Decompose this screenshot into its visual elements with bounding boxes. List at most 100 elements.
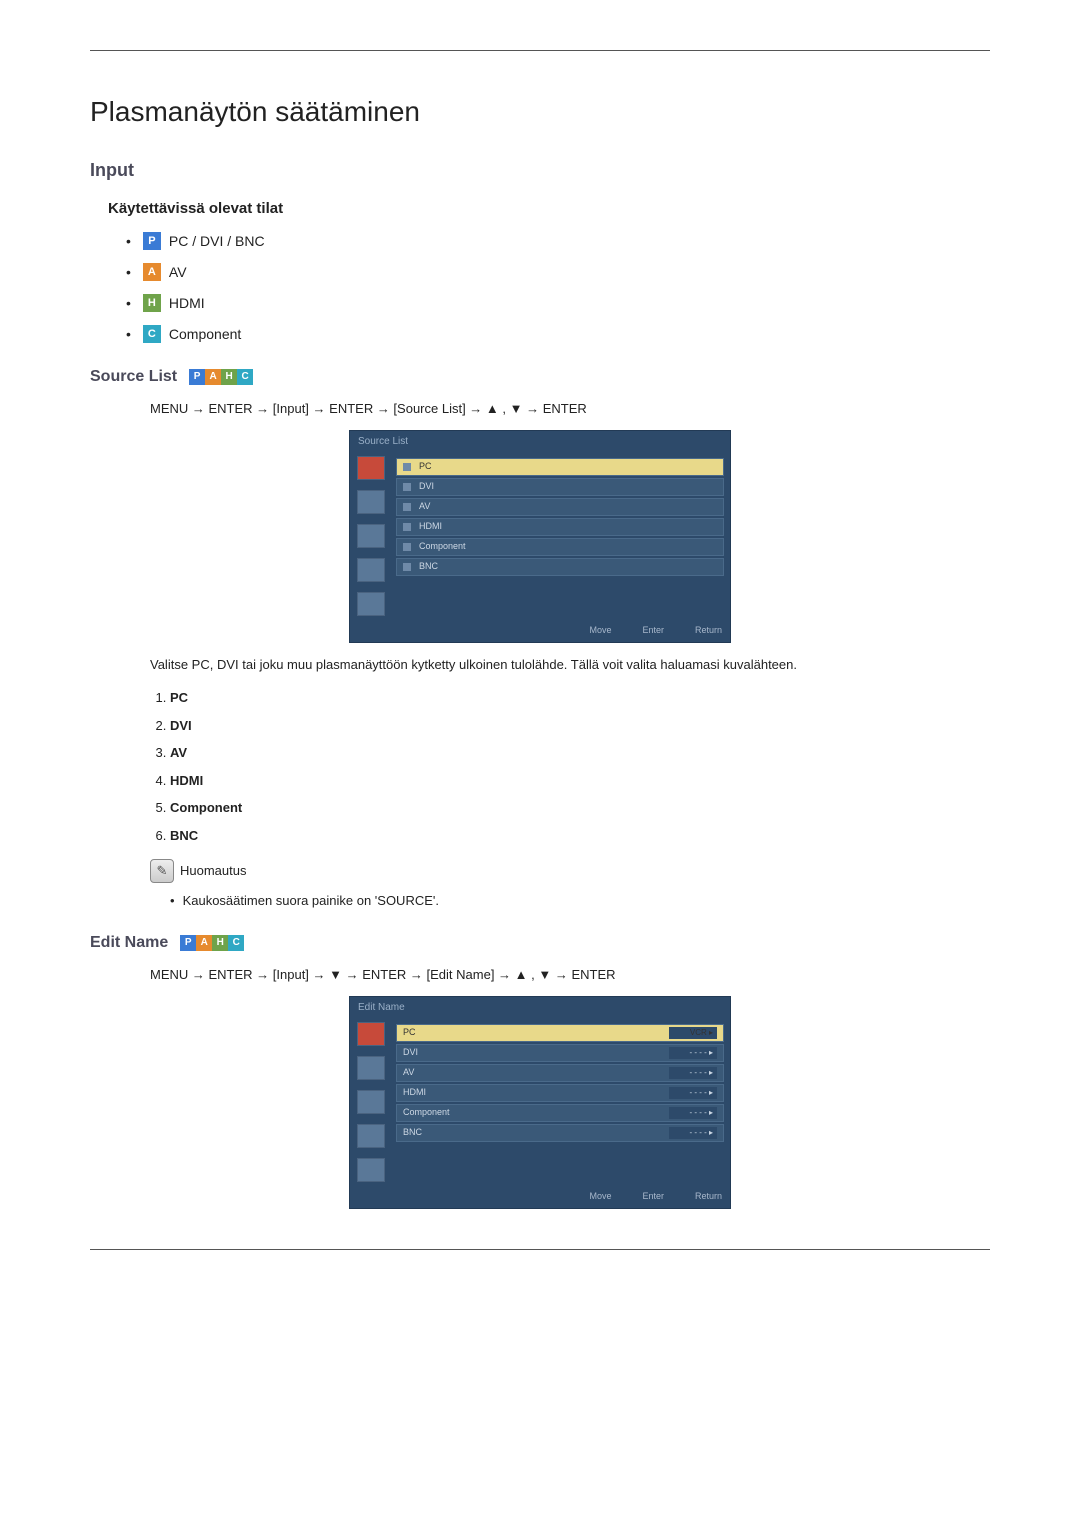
osd-row-value: - - - - ▸ xyxy=(669,1087,717,1099)
mode-label-pc: PC / DVI / BNC xyxy=(169,231,265,252)
edit-name-heading-text: Edit Name xyxy=(90,931,168,955)
list-item-text: BNC xyxy=(170,828,198,843)
osd-row-dvi: DVI xyxy=(396,478,724,496)
osd-sidebar xyxy=(350,452,392,620)
mode-item-hdmi: H HDMI xyxy=(126,293,990,314)
osd-footer-move: Move xyxy=(576,1190,611,1204)
section-input-heading: Input xyxy=(90,157,990,184)
list-item-text: PC xyxy=(170,690,188,705)
osd-sidebar-icon xyxy=(357,524,385,548)
list-item-text: HDMI xyxy=(170,773,203,788)
osd-sidebar-icon xyxy=(357,558,385,582)
list-item: HDMI xyxy=(170,771,990,791)
osd-row-label: HDMI xyxy=(419,520,442,534)
osd-row-value: - - - - ▸ xyxy=(669,1067,717,1079)
osd-sidebar-icon xyxy=(357,1158,385,1182)
osd-row-label: AV xyxy=(403,1066,414,1080)
osd-footer: Move Enter Return xyxy=(350,1186,730,1208)
osd-row-av: AV xyxy=(396,498,724,516)
osd-row: PC VCR ▸ xyxy=(396,1024,724,1042)
osd-row-label: AV xyxy=(419,500,430,514)
list-item: BNC xyxy=(170,826,990,846)
osd-sidebar-icon xyxy=(357,456,385,480)
edit-name-badges: P A H C xyxy=(180,935,244,951)
badge-p-icon: P xyxy=(189,369,205,385)
osd-row-label: Component xyxy=(419,540,466,554)
edit-name-nav-path: MENU → ENTER → [Input] → ▼ → ENTER → [Ed… xyxy=(150,965,990,985)
note-item: Kaukosäätimen suora painike on 'SOURCE'. xyxy=(170,891,990,911)
list-item: DVI xyxy=(170,716,990,736)
source-list-description: Valitse PC, DVI tai joku muu plasmanäytt… xyxy=(150,655,930,675)
osd-footer-enter: Enter xyxy=(629,1190,664,1204)
osd-row: Component - - - - ▸ xyxy=(396,1104,724,1122)
source-list-nav-path: MENU → ENTER → [Input] → ENTER → [Source… xyxy=(150,399,990,419)
badge-p-icon: P xyxy=(180,935,196,951)
osd-row-label: PC xyxy=(419,460,432,474)
osd-sidebar-icon xyxy=(357,1124,385,1148)
badge-a-icon: A xyxy=(205,369,221,385)
top-divider xyxy=(90,50,990,51)
available-modes-list: P PC / DVI / BNC A AV H HDMI C Component xyxy=(90,231,990,345)
osd-sidebar-icon xyxy=(357,1090,385,1114)
badge-c-icon: C xyxy=(228,935,244,951)
modes-heading: Käytettävissä olevat tilat xyxy=(108,198,990,221)
osd-sidebar-icon xyxy=(357,592,385,616)
badge-h-icon: H xyxy=(221,369,237,385)
osd-source-list-title: Source List xyxy=(350,431,730,452)
list-item-text: Component xyxy=(170,800,242,815)
osd-footer: Move Enter Return xyxy=(350,620,730,642)
osd-row: BNC - - - - ▸ xyxy=(396,1124,724,1142)
osd-row-label: DVI xyxy=(403,1046,418,1060)
list-item: Component xyxy=(170,798,990,818)
list-item-text: DVI xyxy=(170,718,192,733)
osd-row-value: - - - - ▸ xyxy=(669,1127,717,1139)
osd-row-label: BNC xyxy=(403,1126,422,1140)
badge-a-icon: A xyxy=(196,935,212,951)
list-item: PC xyxy=(170,688,990,708)
osd-row-label: DVI xyxy=(419,480,434,494)
osd-sidebar-icon xyxy=(357,1056,385,1080)
osd-sidebar-icon xyxy=(357,490,385,514)
osd-row-bnc: BNC xyxy=(396,558,724,576)
osd-source-list-figure: Source List PC DVI AV HDMI Component BNC… xyxy=(349,430,731,643)
source-list-heading: Source List P A H C xyxy=(90,365,990,389)
osd-row-value: - - - - ▸ xyxy=(669,1047,717,1059)
badge-p-icon: P xyxy=(143,232,161,250)
badge-c-icon: C xyxy=(237,369,253,385)
osd-row-label: PC xyxy=(403,1026,416,1040)
badge-a-icon: A xyxy=(143,263,161,281)
osd-row: AV - - - - ▸ xyxy=(396,1064,724,1082)
osd-source-list-main: PC DVI AV HDMI Component BNC xyxy=(392,452,730,620)
source-list-heading-text: Source List xyxy=(90,365,177,389)
osd-row-value: - - - - ▸ xyxy=(669,1107,717,1119)
page-title: Plasmanäytön säätäminen xyxy=(90,91,990,133)
list-item-text: AV xyxy=(170,745,187,760)
osd-edit-name-figure: Edit Name PC VCR ▸ DVI - - - - ▸ AV - - … xyxy=(349,996,731,1209)
edit-name-heading: Edit Name P A H C xyxy=(90,931,990,955)
osd-row-value: VCR ▸ xyxy=(669,1027,717,1039)
osd-row-component: Component xyxy=(396,538,724,556)
note-icon: ✎ xyxy=(150,859,174,883)
osd-row: HDMI - - - - ▸ xyxy=(396,1084,724,1102)
osd-footer-move: Move xyxy=(576,624,611,638)
osd-row-hdmi: HDMI xyxy=(396,518,724,536)
osd-edit-name-main: PC VCR ▸ DVI - - - - ▸ AV - - - - ▸ HDMI… xyxy=(392,1018,730,1186)
osd-row-pc: PC xyxy=(396,458,724,476)
osd-footer-return: Return xyxy=(682,624,722,638)
osd-sidebar xyxy=(350,1018,392,1186)
osd-edit-name-title: Edit Name xyxy=(350,997,730,1018)
badge-c-icon: C xyxy=(143,325,161,343)
osd-row-label: BNC xyxy=(419,560,438,574)
bottom-divider xyxy=(90,1249,990,1250)
source-list-badges: P A H C xyxy=(189,369,253,385)
note-list: Kaukosäätimen suora painike on 'SOURCE'. xyxy=(170,891,990,911)
mode-item-av: A AV xyxy=(126,262,990,283)
mode-item-component: C Component xyxy=(126,324,990,345)
mode-label-av: AV xyxy=(169,262,187,283)
osd-footer-return: Return xyxy=(682,1190,722,1204)
mode-label-hdmi: HDMI xyxy=(169,293,205,314)
osd-sidebar-icon xyxy=(357,1022,385,1046)
badge-h-icon: H xyxy=(212,935,228,951)
mode-item-pc: P PC / DVI / BNC xyxy=(126,231,990,252)
source-list-numbered: PC DVI AV HDMI Component BNC xyxy=(170,688,990,845)
